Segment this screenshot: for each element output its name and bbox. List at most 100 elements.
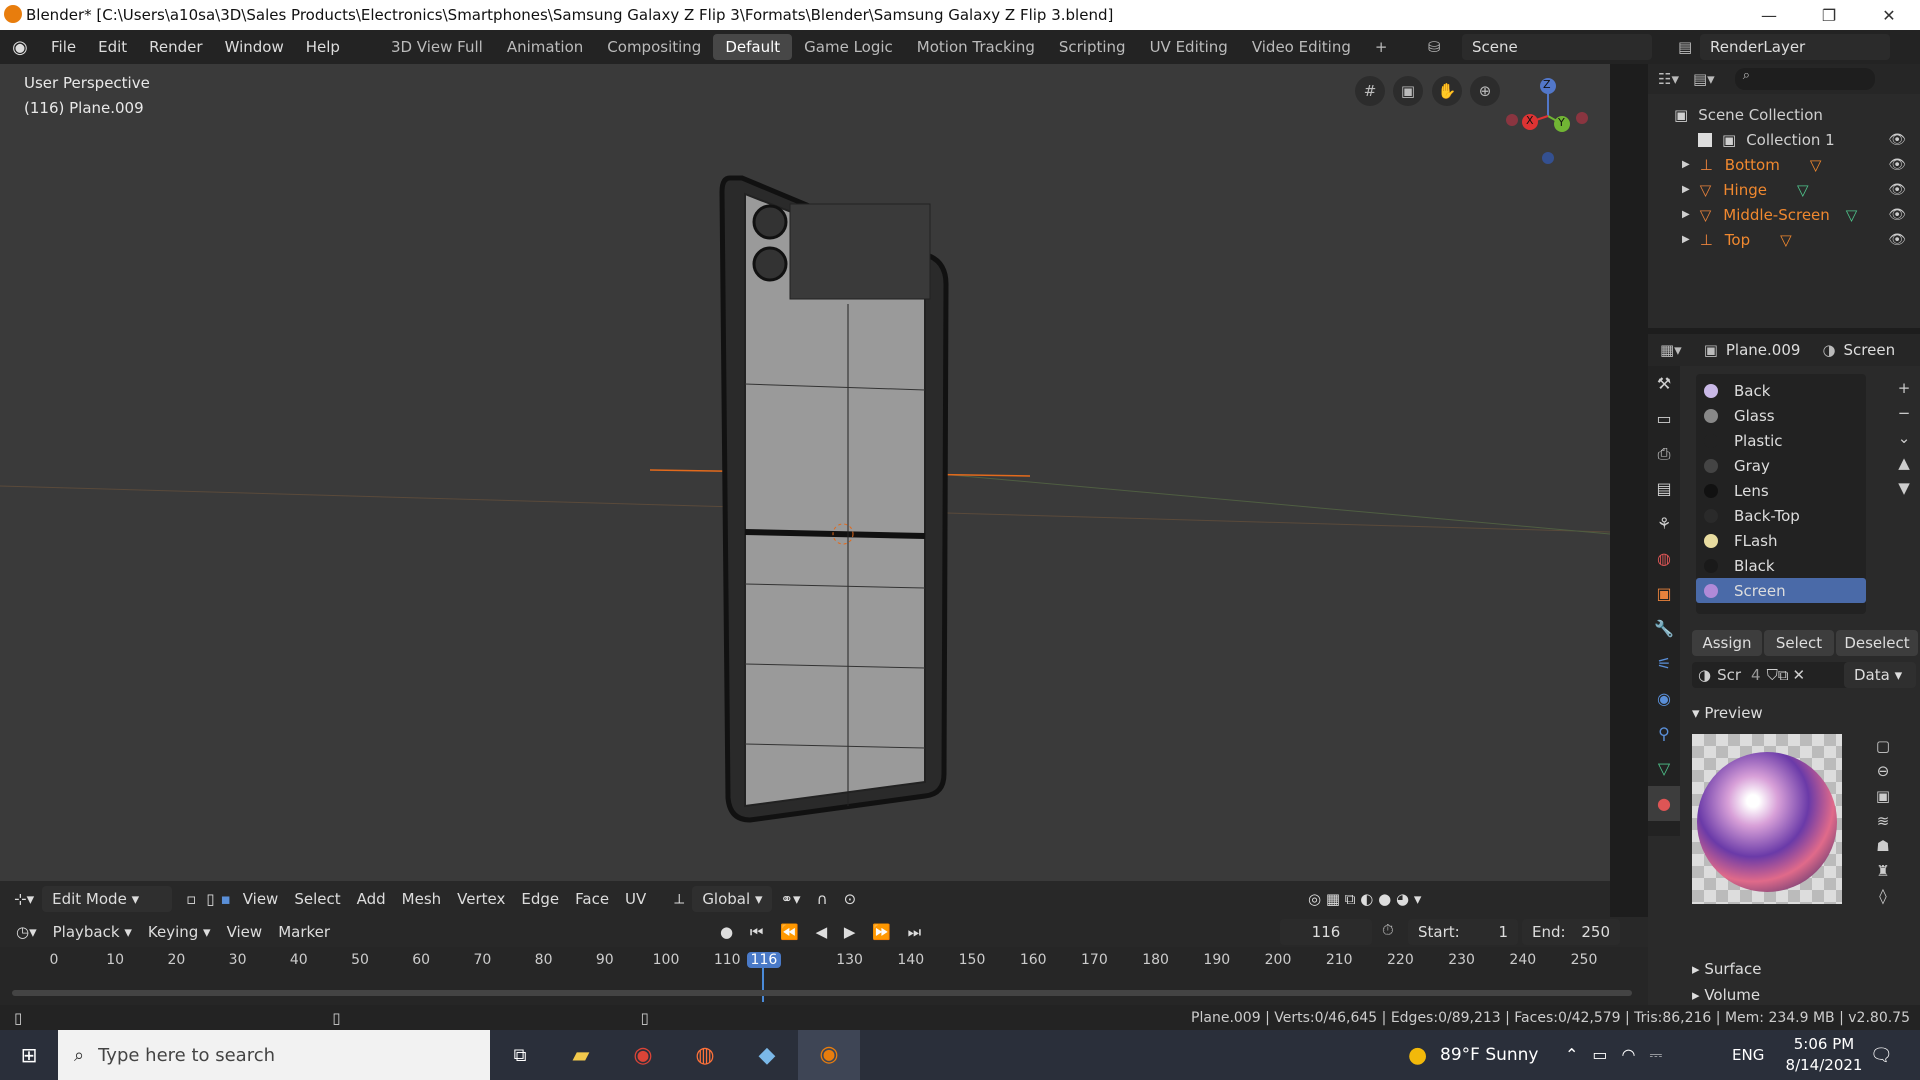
viewport-shading-icons[interactable]: ◎ ▦ ⧉ ◐ ● ◕ ▾ [1300,890,1429,908]
weather-icon[interactable]: ● [1408,1043,1427,1068]
menu-face[interactable]: Face [567,890,617,908]
modifier-tab-icon[interactable]: 🔧 [1648,611,1680,646]
select-button[interactable]: Select [1764,630,1834,656]
menu-help[interactable]: Help [295,38,351,56]
eye-icon[interactable]: 👁 [1888,132,1906,148]
material-slot-back[interactable]: Back [1696,378,1866,403]
minimize-button[interactable]: — [1740,0,1798,30]
tab-scripting[interactable]: Scripting [1047,34,1138,60]
menu-render[interactable]: Render [138,38,213,56]
eye-icon[interactable]: 👁 [1888,207,1906,223]
tab-video-editing[interactable]: Video Editing [1240,34,1363,60]
chrome-icon[interactable]: ◉ [612,1043,674,1068]
firefox-icon[interactable]: ◍ [674,1043,736,1068]
add-slot-icon[interactable]: + [1894,376,1914,401]
timeline-ruler[interactable]: 0 10 20 30 40 50 60 70 80 90 100 110 116 130 140 150 160… [0,949,1640,975]
menu-keying[interactable]: Keying ▾ [140,923,219,941]
tab-game-logic[interactable]: Game Logic [792,34,905,60]
menu-marker[interactable]: Marker [270,923,338,941]
material-slot-flash[interactable]: FLash [1696,528,1866,553]
taskbar-search-box[interactable]: ⌕ Type here to search [58,1030,490,1080]
volume-panel-header[interactable]: ▸ Volume [1692,986,1760,1004]
material-slot-gray[interactable]: Gray [1696,453,1866,478]
zoom-icon[interactable]: ⊕ [1470,76,1500,106]
expand-icon[interactable]: ▶ [1682,159,1690,170]
menu-vertex[interactable]: Vertex [449,890,513,908]
clock[interactable]: 5:06 PM 8/14/2021 [1774,1034,1874,1076]
outliner-scene-collection[interactable]: ▣ Scene Collection [1648,102,1920,127]
render-layer-field[interactable]: RenderLayer [1700,34,1890,60]
slot-menu-icon[interactable]: ⌄ [1894,426,1914,451]
data-tab-icon[interactable]: ▽ [1648,751,1680,786]
expand-icon[interactable]: ▶ [1682,209,1690,220]
outliner-object-bottom[interactable]: ▶ ⊥ Bottom ▽ 👁 [1648,152,1920,177]
menu-playback[interactable]: Playback ▾ [45,923,140,941]
material-slot-black[interactable]: Black [1696,553,1866,578]
menu-view[interactable]: View [235,890,287,908]
outliner-object-top[interactable]: ▶ ⊥ Top ▽ 👁 [1648,227,1920,252]
menu-add[interactable]: Add [349,890,394,908]
preview-type-icons[interactable]: ▢ ⊖ ▣ ≋ ☗ ♜ ◊ [1858,734,1908,909]
task-view-icon[interactable]: ⧉ [490,1045,550,1066]
menu-window[interactable]: Window [214,38,295,56]
vertex-select-icon[interactable]: ▫ [178,890,204,908]
outliner-object-hinge[interactable]: ▶ ▽ Hinge ▽ 👁 [1648,177,1920,202]
deselect-button[interactable]: Deselect [1836,630,1918,656]
remove-slot-icon[interactable]: − [1894,401,1914,426]
menu-mesh[interactable]: Mesh [394,890,450,908]
proportional-icon[interactable]: ⊙ [836,890,865,908]
collection-checkbox[interactable] [1698,132,1712,147]
maximize-button[interactable]: ❐ [1800,0,1858,30]
pivot-icon[interactable]: ⚭▾ [772,890,808,908]
tool-tab-icon[interactable]: ⚒ [1648,366,1680,401]
assign-button[interactable]: Assign [1692,630,1762,656]
snap-icon[interactable]: ∩ [809,890,836,908]
timeline-editor-icon[interactable]: ◷▾ [8,923,45,941]
add-workspace-icon[interactable]: + [1363,34,1400,60]
material-slot-back-top[interactable]: Back-Top [1696,503,1866,528]
windows-start-icon[interactable]: ⊞ [0,1043,58,1067]
tray-icons[interactable]: ⌃▭◠⎓ [1565,1045,1676,1065]
outliner-collection-row[interactable]: ▣ Collection 1 👁 [1648,127,1920,152]
camera-view-icon[interactable]: ▣ [1393,76,1423,106]
outliner-search-field[interactable]: ⌕ [1734,68,1875,90]
timeline-scrollbar[interactable] [12,990,1632,996]
tab-animation[interactable]: Animation [495,34,595,60]
current-frame-field[interactable]: 116 [1280,919,1372,945]
tab-3d-view-full[interactable]: 3D View Full [379,34,495,60]
transform-orientation-icon[interactable]: ⟂ [666,890,692,908]
tab-motion-tracking[interactable]: Motion Tracking [905,34,1047,60]
current-frame-marker[interactable]: 116 [746,952,781,968]
view-layer-tab-icon[interactable]: ▤ [1648,471,1680,506]
render-layer-icon[interactable]: ▤ [1678,38,1692,56]
material-browse-icon[interactable]: ◑ [1698,666,1711,684]
playback-controls[interactable]: ● ⏮ ⏪ ◀ ▶ ⏩ ⏭ [720,923,927,941]
move-down-icon[interactable]: ▼ [1894,476,1914,501]
scene-icon[interactable]: ⛁ [1428,38,1441,56]
language-indicator[interactable]: ENG [1732,1046,1764,1064]
expand-icon[interactable]: ▶ [1682,234,1690,245]
outliner-display-icon[interactable]: ☷▾ [1658,70,1679,88]
menu-timeline-view[interactable]: View [219,923,271,941]
start-frame-field[interactable]: Start: 1 [1408,919,1518,945]
app-icon[interactable]: ◆ [736,1043,798,1068]
weather-text[interactable]: 89°F Sunny [1440,1045,1539,1065]
material-slot-glass[interactable]: Glass [1696,403,1866,428]
toggle-grid-icon[interactable]: # [1355,76,1385,106]
link-dropdown[interactable]: Data ▾ [1844,662,1916,688]
transform-orientation-dropdown[interactable]: Global ▾ [692,886,773,912]
edge-select-icon[interactable]: ▯ [204,890,216,908]
tab-compositing[interactable]: Compositing [595,34,713,60]
tab-uv-editing[interactable]: UV Editing [1138,34,1240,60]
object-tab-icon[interactable]: ▣ [1648,576,1680,611]
outliner-object-middle-screen[interactable]: ▶ ▽ Middle-Screen ▽ 👁 [1648,202,1920,227]
surface-panel-header[interactable]: ▸ Surface [1692,960,1761,978]
properties-editor-icon[interactable]: ▦▾ [1660,341,1682,359]
outliner-filter-icon[interactable]: ▤▾ [1693,70,1715,88]
menu-edit[interactable]: Edit [87,38,138,56]
menu-select[interactable]: Select [286,890,348,908]
eye-icon[interactable]: 👁 [1888,182,1906,198]
fake-user-icon[interactable]: ⛉⧉ [1767,666,1789,684]
end-frame-field[interactable]: End: 250 [1522,919,1620,945]
particles-tab-icon[interactable]: ⚟ [1648,646,1680,681]
